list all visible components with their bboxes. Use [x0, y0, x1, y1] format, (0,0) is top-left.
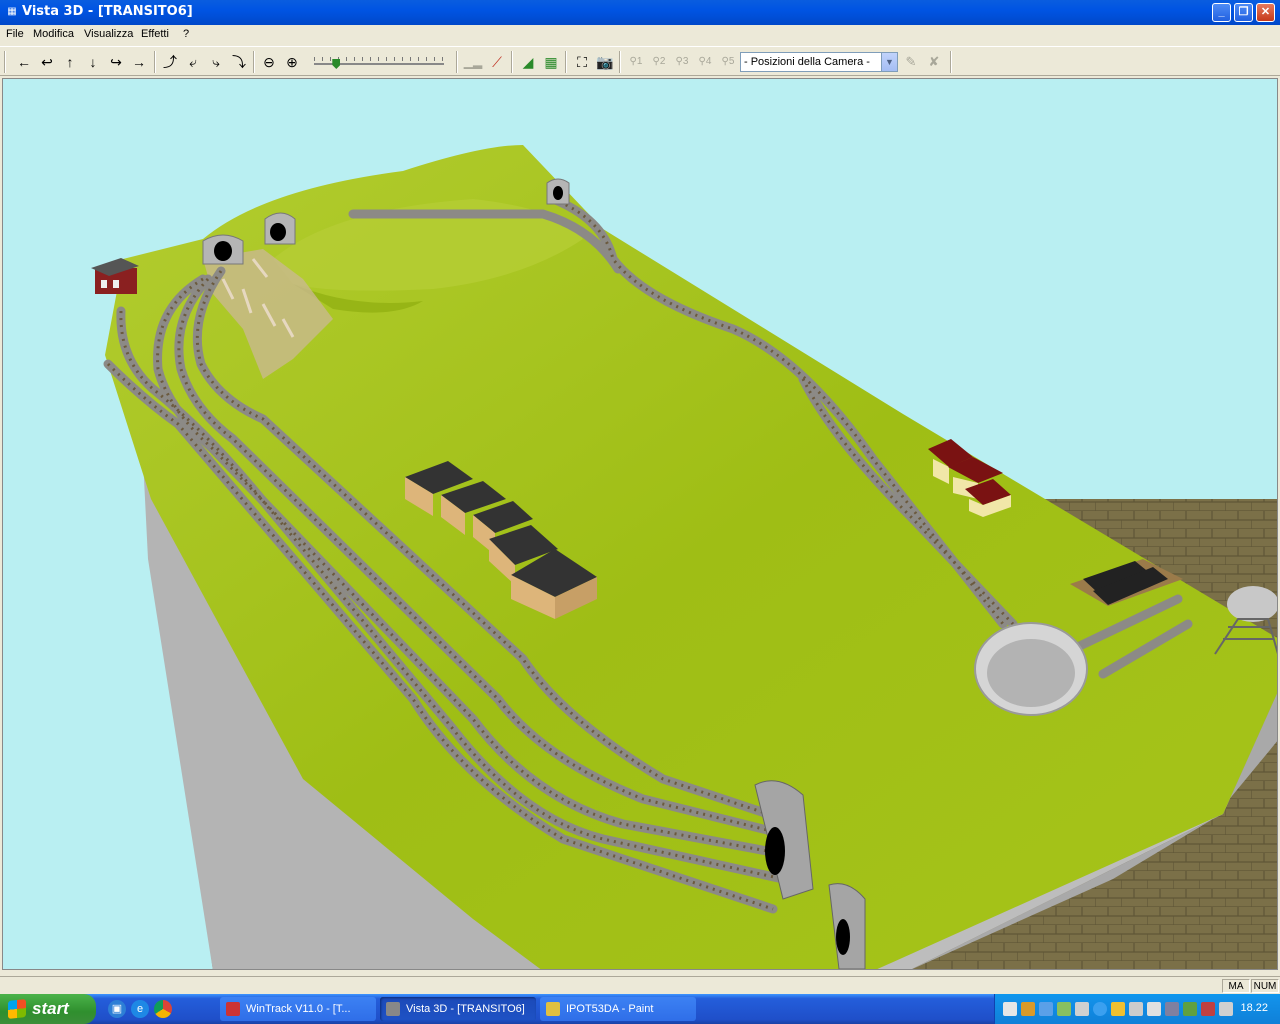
arrow-turn-right-icon[interactable]: ↪: [106, 52, 126, 72]
arrow-left-icon[interactable]: ←: [14, 52, 34, 72]
turntable-pit: [987, 639, 1075, 707]
task-wintrack[interactable]: WinTrack V11.0 - [T...: [220, 997, 376, 1021]
camera-preset-1-icon[interactable]: ⚲1: [626, 52, 646, 72]
wintrack-app-icon: [226, 1002, 240, 1016]
task-vista3d[interactable]: Vista 3D - [TRANSITO6]: [380, 997, 536, 1021]
arrow-right-icon[interactable]: →: [129, 52, 149, 72]
camera-preset-2-icon[interactable]: ⚲2: [649, 52, 669, 72]
camera-select-value: - Posizioni della Camera -: [744, 56, 870, 68]
task-label: Vista 3D - [TRANSITO6]: [406, 1003, 525, 1015]
tray-icon[interactable]: [1165, 1002, 1179, 1016]
toolbar-separator: [565, 51, 567, 73]
3d-viewport[interactable]: [2, 78, 1278, 970]
menu-visualizza[interactable]: Visualizza: [84, 28, 133, 40]
camera-delete-icon[interactable]: ✘: [924, 52, 944, 72]
update-icon[interactable]: [1093, 1002, 1107, 1016]
status-bar: MA NUM: [0, 976, 1280, 994]
track-edit-icon[interactable]: ⟋: [487, 52, 507, 72]
camera-preset-2-label: 2: [659, 56, 666, 67]
toolbar-separator: [619, 51, 621, 73]
tray-icon[interactable]: [1183, 1002, 1197, 1016]
task-label: WinTrack V11.0 - [T...: [246, 1003, 351, 1015]
close-button[interactable]: ✕: [1256, 3, 1275, 22]
windows-flag-icon: [8, 999, 26, 1019]
paint-app-icon: [546, 1002, 560, 1016]
volume-icon[interactable]: [1147, 1002, 1161, 1016]
menu-modifica[interactable]: Modifica: [33, 28, 74, 40]
menu-file[interactable]: File: [6, 28, 24, 40]
show-desktop-icon[interactable]: ▣: [108, 1000, 126, 1018]
network-icon[interactable]: [1039, 1002, 1053, 1016]
rotate-left-icon[interactable]: ⤶: [183, 52, 203, 72]
zoom-out-icon[interactable]: ⊖: [259, 52, 279, 72]
chevron-down-icon[interactable]: ▼: [881, 53, 897, 71]
camera-preset-4-label: 4: [705, 56, 712, 67]
tray-icon[interactable]: [1021, 1002, 1035, 1016]
minimize-button[interactable]: _: [1212, 3, 1231, 22]
camera-preset-1-label: 1: [636, 56, 643, 67]
tray-icon[interactable]: [1057, 1002, 1071, 1016]
chrome-icon[interactable]: [154, 1000, 172, 1018]
menu-bar: File Modifica Visualizza Effetti ?: [0, 25, 1280, 44]
camera-preset-4-icon[interactable]: ⚲4: [695, 52, 715, 72]
start-label: start: [32, 999, 69, 1018]
terrain-icon[interactable]: ◢: [518, 52, 538, 72]
start-button[interactable]: start: [0, 994, 96, 1024]
internet-explorer-icon[interactable]: e: [131, 1000, 149, 1018]
tray-icon[interactable]: [1219, 1002, 1233, 1016]
arrow-up-icon[interactable]: ↑: [60, 52, 80, 72]
menu-effetti[interactable]: Effetti: [141, 28, 169, 40]
terrain-profile-icon[interactable]: ▁▂: [463, 52, 483, 72]
tray-icon[interactable]: [1003, 1002, 1017, 1016]
camera-preset-5-label: 5: [728, 56, 735, 67]
antivirus-icon[interactable]: [1201, 1002, 1215, 1016]
tray-icon[interactable]: [1129, 1002, 1143, 1016]
camera-preset-3-label: 3: [682, 56, 689, 67]
task-paint[interactable]: IPOT53DA - Paint: [540, 997, 696, 1021]
taskbar: start ▣ e WinTrack V11.0 - [T... Vista 3…: [0, 994, 1280, 1024]
camera-save-icon[interactable]: ✎: [901, 52, 921, 72]
arrow-down-icon[interactable]: ↓: [83, 52, 103, 72]
grid-icon[interactable]: ▦: [541, 52, 561, 72]
toolbar-separator: [253, 51, 255, 73]
tray-icon[interactable]: [1111, 1002, 1125, 1016]
zoom-slider[interactable]: [314, 55, 446, 71]
rotate-up-icon[interactable]: ⤴: [160, 52, 180, 72]
tray-icon[interactable]: [1075, 1002, 1089, 1016]
menu-help[interactable]: ?: [183, 28, 189, 40]
app-icon[interactable]: ▦: [4, 4, 20, 20]
zoom-in-icon[interactable]: ⊕: [282, 52, 302, 72]
toolbar-separator: [154, 51, 156, 73]
window-title: Vista 3D - [TRANSITO6]: [22, 4, 193, 19]
rotate-down-icon[interactable]: ⤵: [229, 52, 249, 72]
camera-position-select[interactable]: - Posizioni della Camera - ▼: [740, 52, 898, 72]
fit-view-icon[interactable]: ⛶: [572, 52, 592, 72]
status-num: NUM: [1251, 979, 1279, 993]
toolbar-separator: [511, 51, 513, 73]
toolbar-separator: [950, 51, 952, 73]
clock[interactable]: 18.22: [1240, 1002, 1268, 1014]
task-label: IPOT53DA - Paint: [566, 1003, 654, 1015]
vista3d-app-icon: [386, 1002, 400, 1016]
restore-button[interactable]: ❐: [1234, 3, 1253, 22]
rotate-right-icon[interactable]: ⤷: [206, 52, 226, 72]
arrow-turn-left-icon[interactable]: ↩: [37, 52, 57, 72]
layout-3d-scene[interactable]: [3, 79, 1278, 970]
camera-icon[interactable]: 📷: [595, 52, 615, 72]
zoom-slider-thumb[interactable]: [332, 59, 341, 69]
toolbar: ← ↩ ↑ ↓ ↪ → ⤴ ⤶ ⤷ ⤵ ⊖ ⊕ ▁▂ ⟋ ◢ ▦ ⛶ 📷 ⚲1 …: [0, 46, 1280, 76]
camera-preset-3-icon[interactable]: ⚲3: [672, 52, 692, 72]
station-building: [91, 258, 139, 294]
status-caps: MA: [1222, 979, 1250, 993]
system-tray: 18.22: [994, 994, 1280, 1024]
toolbar-separator: [456, 51, 458, 73]
camera-preset-5-icon[interactable]: ⚲5: [718, 52, 738, 72]
toolbar-grip: [4, 51, 6, 73]
title-bar[interactable]: ▦ Vista 3D - [TRANSITO6] _ ❐ ✕: [0, 0, 1280, 25]
